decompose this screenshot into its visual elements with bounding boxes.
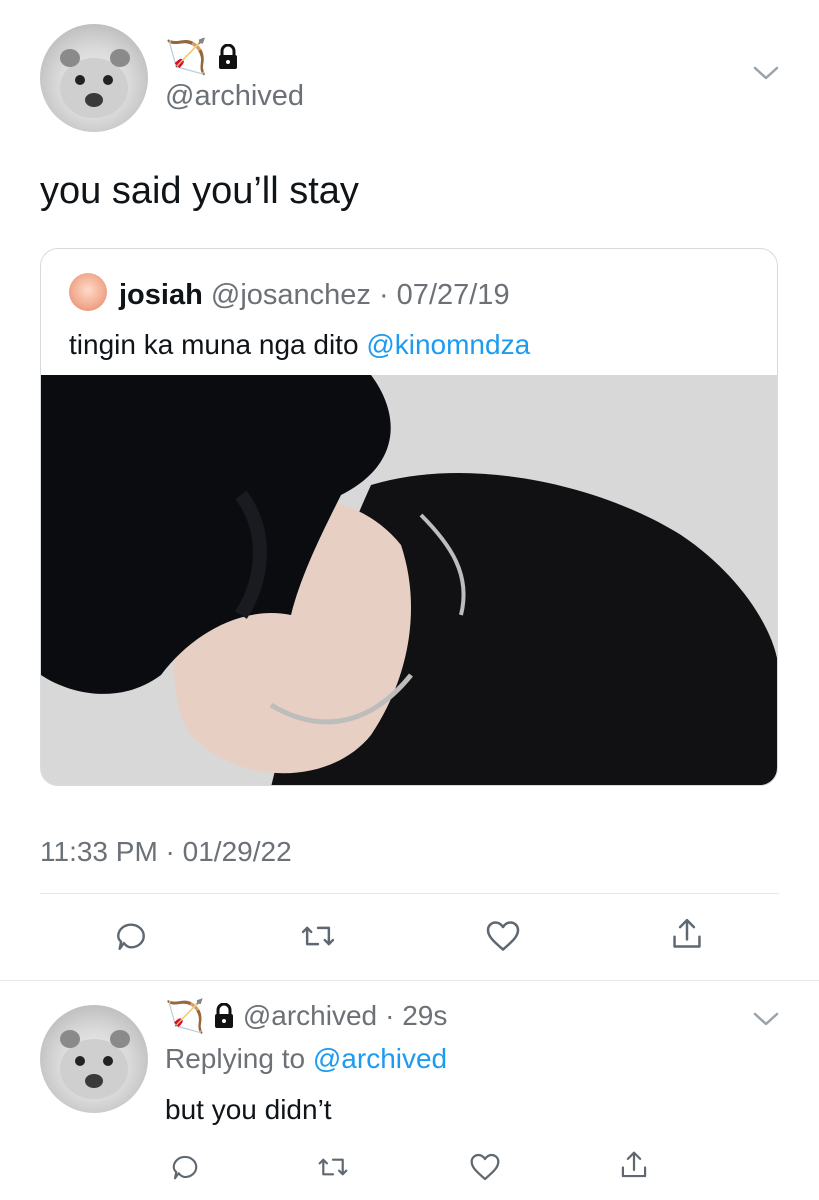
reply-icon <box>117 923 145 950</box>
reply-time: · 29s <box>385 1000 448 1031</box>
reply-header: 🏹 @archived · 29s <box>165 1000 447 1032</box>
reply-chevron-down-icon[interactable] <box>752 1010 780 1028</box>
quoted-header: josiah @josanchez · 07/27/19 <box>119 279 510 312</box>
hamster-avatar-image <box>60 49 130 118</box>
heart-icon <box>486 921 520 951</box>
reply-icon <box>172 1155 198 1180</box>
share-button[interactable] <box>666 913 708 955</box>
reply-button[interactable] <box>110 915 152 957</box>
retweet-icon <box>318 1158 348 1176</box>
quoted-text-prefix: tingin ka muna nga dito <box>69 329 359 360</box>
quoted-avatar <box>69 273 107 311</box>
reply-handle[interactable]: @archived <box>243 1000 377 1032</box>
main-avatar[interactable] <box>40 24 148 132</box>
main-tweet-text: you said you’ll stay <box>40 170 359 212</box>
divider-section <box>0 980 819 981</box>
quoted-photo[interactable] <box>41 375 777 785</box>
quoted-handle: @josanchez <box>210 279 371 311</box>
like-button[interactable] <box>482 915 524 957</box>
bow-and-arrow-emoji: 🏹 <box>165 998 205 1034</box>
replying-to-line: Replying to @archived <box>165 1043 447 1075</box>
quoted-date: · 07/27/19 <box>378 279 510 311</box>
reply-reply-button[interactable] <box>165 1147 205 1187</box>
hamster-avatar-image <box>60 1030 130 1099</box>
photo-illustration <box>41 375 777 785</box>
bow-and-arrow-emoji: 🏹 <box>165 38 208 76</box>
reply-text: but you didn’t <box>165 1094 332 1125</box>
main-handle[interactable]: @archived <box>165 80 304 113</box>
reply-like-button[interactable] <box>465 1147 505 1187</box>
reply-share-button[interactable] <box>614 1145 654 1185</box>
replying-to-prefix: Replying to <box>165 1043 306 1074</box>
reply-avatar[interactable] <box>40 1005 148 1113</box>
lock-icon <box>217 44 239 70</box>
replying-to-handle[interactable]: @archived <box>313 1043 447 1074</box>
share-icon <box>673 918 701 948</box>
quoted-mention-link[interactable]: @kinomndza <box>366 329 530 360</box>
lock-icon <box>213 1003 235 1029</box>
share-icon <box>621 1151 647 1178</box>
quoted-name: josiah <box>119 279 203 311</box>
retweet-button[interactable] <box>297 915 339 957</box>
main-display-name[interactable]: 🏹 <box>165 40 239 74</box>
retweet-icon <box>301 926 335 946</box>
divider-top <box>40 893 779 894</box>
main-chevron-down-icon[interactable] <box>752 64 780 82</box>
quoted-text: tingin ka muna nga dito @kinomndza <box>69 329 530 361</box>
reply-retweet-button[interactable] <box>313 1147 353 1187</box>
main-timestamp: 11:33 PM · 01/29/22 <box>40 836 292 867</box>
heart-icon <box>470 1153 500 1181</box>
quoted-tweet-card[interactable]: josiah @josanchez · 07/27/19 tingin ka m… <box>40 248 778 786</box>
